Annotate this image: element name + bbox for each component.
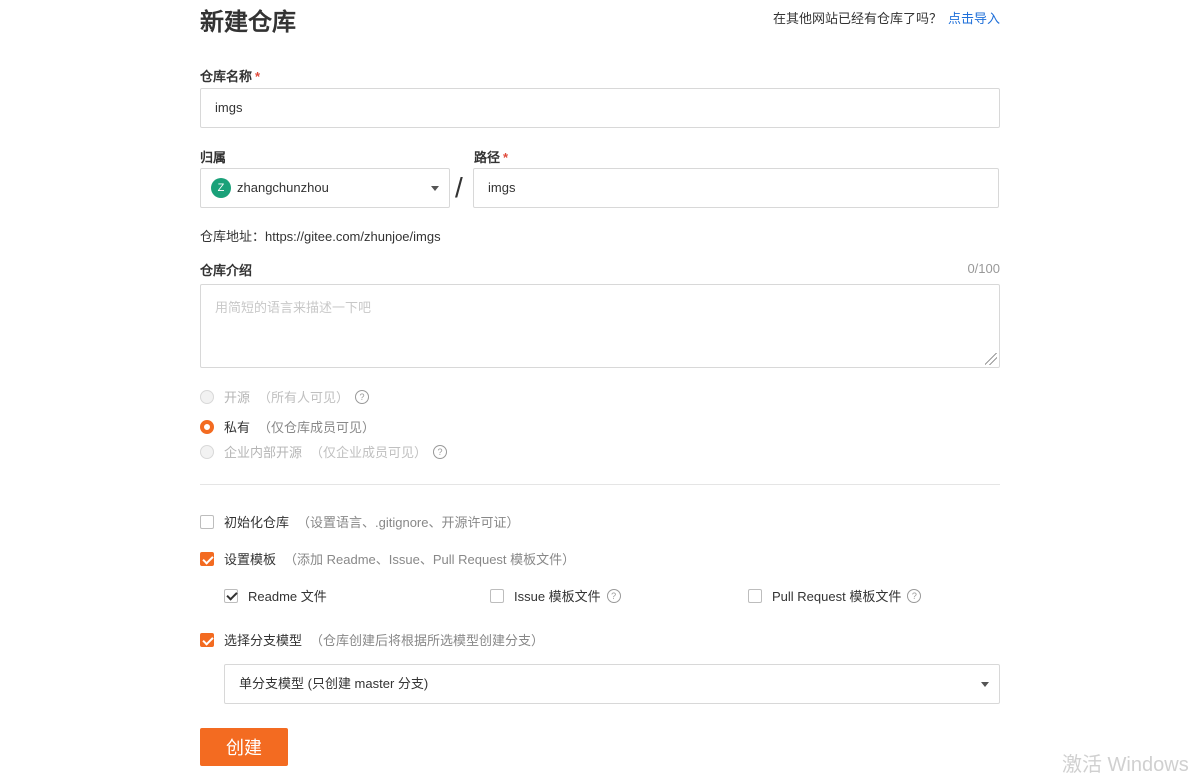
visibility-public-hint: （所有人可见）	[258, 390, 350, 405]
branch-model-option[interactable]: 选择分支模型 （仓库创建后将根据所选模型创建分支）	[200, 630, 544, 649]
template-label: 设置模板	[224, 552, 277, 567]
path-label-text: 路径	[474, 150, 501, 165]
template-readme[interactable]: Readme 文件	[224, 586, 327, 605]
branch-model-label: 选择分支模型	[224, 633, 303, 648]
visibility-enterprise-label: 企业内部开源	[224, 445, 303, 460]
template-readme-label: Readme 文件	[248, 589, 327, 604]
resize-handle-icon[interactable]	[985, 353, 997, 365]
radio-icon	[200, 444, 214, 459]
chevron-down-icon	[431, 186, 439, 191]
owner-label: 归属	[200, 150, 227, 165]
radio-selected-icon	[200, 419, 214, 434]
template-issue-label: Issue 模板文件	[514, 589, 601, 604]
init-repo-label: 初始化仓库	[224, 515, 290, 530]
required-mark: *	[255, 69, 261, 84]
branch-model-hint: （仓库创建后将根据所选模型创建分支）	[310, 633, 545, 648]
description-placeholder: 用简短的语言来描述一下吧	[215, 300, 372, 315]
owner-select[interactable]: Z zhangchunzhou	[200, 168, 450, 208]
visibility-private-hint: （仅仓库成员可见）	[258, 420, 376, 435]
help-icon[interactable]: ?	[355, 389, 370, 404]
checkbox-icon	[200, 514, 214, 529]
radio-icon	[200, 389, 214, 404]
template-issue[interactable]: Issue 模板文件 ?	[490, 586, 621, 605]
create-button[interactable]: 创建	[200, 728, 288, 766]
repo-name-label: 仓库名称 *	[200, 66, 260, 85]
import-prompt-text: 在其他网站已经有仓库了吗？	[772, 11, 942, 26]
repo-name-input[interactable]: imgs	[200, 88, 1000, 128]
visibility-public[interactable]: 开源 （所有人可见） ?	[200, 387, 370, 406]
avatar: Z	[211, 178, 231, 198]
checkbox-checked-icon	[224, 588, 238, 603]
visibility-enterprise-hint: （仅企业成员可见）	[310, 445, 428, 460]
chevron-down-icon	[981, 682, 989, 687]
init-repo-option[interactable]: 初始化仓库 （设置语言、.gitignore、开源许可证）	[200, 512, 520, 531]
description-counter: 0/100	[967, 261, 1000, 276]
branch-model-select[interactable]: 单分支模型 (只创建 master 分支)	[224, 664, 1000, 704]
required-mark: *	[503, 150, 509, 165]
help-icon[interactable]: ?	[433, 444, 448, 459]
checkbox-checked-icon	[200, 551, 214, 566]
template-pull-request-label: Pull Request 模板文件	[772, 589, 902, 604]
help-icon[interactable]: ?	[907, 588, 922, 603]
import-link[interactable]: 点击导入	[948, 11, 1000, 26]
visibility-private[interactable]: 私有 （仅仓库成员可见）	[200, 417, 375, 436]
checkbox-icon	[748, 588, 762, 603]
description-label: 仓库介绍	[200, 263, 253, 278]
help-icon[interactable]: ?	[606, 588, 621, 603]
init-repo-hint: （设置语言、.gitignore、开源许可证）	[297, 515, 520, 530]
checkbox-icon	[490, 588, 504, 603]
repo-name-label-text: 仓库名称	[200, 69, 253, 84]
activation-watermark: 激活 Windows	[1062, 754, 1189, 776]
template-pull-request[interactable]: Pull Request 模板文件 ?	[748, 586, 922, 605]
template-hint: （添加 Readme、Issue、Pull Request 模板文件）	[284, 552, 576, 567]
branch-model-value: 单分支模型 (只创建 master 分支)	[239, 676, 429, 691]
description-textarea[interactable]: 用简短的语言来描述一下吧	[200, 284, 1000, 368]
owner-value: zhangchunzhou	[237, 180, 329, 195]
page-title: 新建仓库	[200, 9, 296, 36]
checkbox-checked-icon	[200, 632, 214, 647]
import-prompt: 在其他网站已经有仓库了吗？ 点击导入	[773, 8, 1000, 27]
visibility-public-label: 开源	[224, 390, 251, 405]
path-separator: /	[455, 172, 463, 203]
divider	[200, 484, 1000, 485]
repo-address: 仓库地址：https://gitee.com/zhunjoe/imgs	[200, 229, 441, 244]
path-label: 路径 *	[474, 147, 508, 166]
template-option[interactable]: 设置模板 （添加 Readme、Issue、Pull Request 模板文件）	[200, 549, 575, 568]
visibility-enterprise[interactable]: 企业内部开源 （仅企业成员可见） ?	[200, 442, 448, 461]
visibility-private-label: 私有	[224, 420, 251, 435]
path-input[interactable]: imgs	[473, 168, 999, 208]
